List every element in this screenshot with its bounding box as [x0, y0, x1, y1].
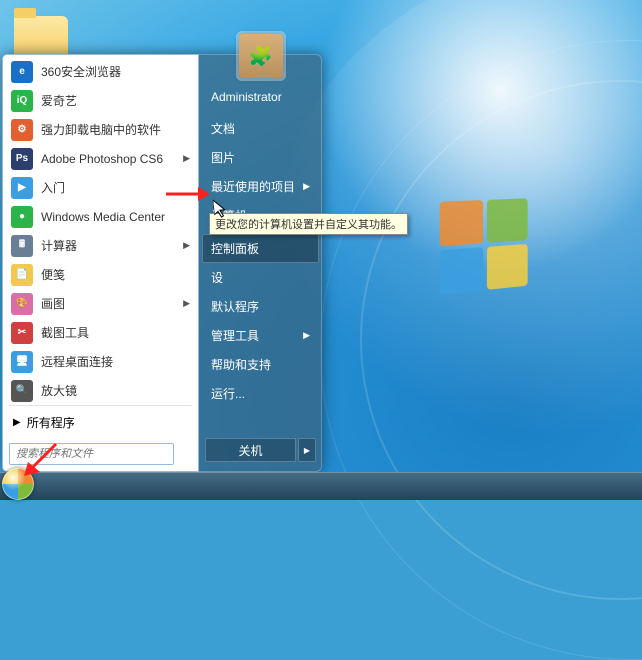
- avatar-icon: 🧩: [248, 44, 273, 69]
- right-menu-label: Administrator: [211, 90, 282, 104]
- taskbar: [0, 472, 642, 500]
- program-icon: iQ: [11, 90, 33, 112]
- avatar-container: 🧩: [199, 34, 322, 78]
- annotation-arrow-icon: [164, 182, 210, 211]
- right-menu-item[interactable]: 图片: [199, 143, 322, 172]
- right-menu-item[interactable]: 默认程序: [199, 292, 322, 321]
- right-menu-item[interactable]: 设: [199, 263, 322, 292]
- program-label: 强力卸载电脑中的软件: [41, 121, 161, 138]
- chevron-right-icon: ▶: [183, 240, 190, 251]
- program-item[interactable]: e 360安全浏览器: [5, 57, 196, 86]
- right-menu-item[interactable]: 运行...: [199, 379, 322, 408]
- program-icon: 🖩: [11, 235, 33, 257]
- shutdown-label: 关机: [238, 442, 262, 459]
- program-label: 入门: [41, 179, 65, 196]
- program-item[interactable]: ✂ 截图工具: [5, 318, 196, 347]
- tooltip: 更改您的计算机设置并自定义其功能。: [209, 213, 408, 235]
- right-menu-item[interactable]: 管理工具 ▶: [199, 321, 322, 350]
- program-label: 截图工具: [41, 324, 89, 341]
- shutdown-options-button[interactable]: ▶: [298, 438, 316, 462]
- program-label: 放大镜: [41, 382, 77, 399]
- right-menu-label: 默认程序: [211, 298, 259, 315]
- program-item[interactable]: 🖥 远程桌面连接: [5, 347, 196, 376]
- right-menu-item[interactable]: 最近使用的项目 ▶: [199, 172, 322, 201]
- right-menu-label: 帮助和支持: [211, 356, 271, 373]
- right-menu-item[interactable]: 控制面板: [202, 234, 319, 263]
- program-icon: 🎨: [11, 293, 33, 315]
- program-icon: ✂: [11, 322, 33, 344]
- program-label: 远程桌面连接: [41, 353, 113, 370]
- program-label: Windows Media Center: [41, 210, 165, 224]
- chevron-right-icon: ▶: [304, 446, 310, 455]
- right-menu-label: 文档: [211, 120, 235, 137]
- windows-logo-graphic: [440, 198, 528, 294]
- program-item[interactable]: 🖩 计算器 ▶: [5, 231, 196, 260]
- annotation-arrow-icon: [20, 440, 60, 485]
- right-menu-item[interactable]: 文档: [199, 114, 322, 143]
- program-label: 计算器: [41, 237, 77, 254]
- right-menu-item[interactable]: Administrator: [199, 84, 322, 110]
- chevron-right-icon: ▶: [303, 330, 310, 341]
- program-label: 便笺: [41, 266, 65, 283]
- program-item[interactable]: 🎨 画图 ▶: [5, 289, 196, 318]
- program-icon: 🔍: [11, 380, 33, 402]
- start-menu-right-column: 🧩 Administrator文档图片最近使用的项目▶计算机控制面板设默认程序管…: [199, 54, 322, 472]
- program-icon: ●: [11, 206, 33, 228]
- right-menu-item[interactable]: 帮助和支持: [199, 350, 322, 379]
- shutdown-row: 关机 ▶: [199, 432, 322, 468]
- start-menu-left-column: e 360安全浏览器 iQ 爱奇艺 ⚙ 强力卸载电脑中的软件 Ps Adobe Photosh…: [2, 54, 199, 472]
- program-label: 360安全浏览器: [41, 63, 121, 80]
- right-menu-label: 管理工具: [211, 327, 259, 344]
- program-item[interactable]: iQ 爱奇艺: [5, 86, 196, 115]
- mouse-cursor-icon: [213, 198, 232, 225]
- program-item[interactable]: Ps Adobe Photoshop CS6 ▶: [5, 144, 196, 173]
- program-item[interactable]: ⚙ 强力卸载电脑中的软件: [5, 115, 196, 144]
- chevron-right-icon: ▶: [183, 298, 190, 309]
- programs-list: e 360安全浏览器 iQ 爱奇艺 ⚙ 强力卸载电脑中的软件 Ps Adobe Photosh…: [3, 55, 198, 403]
- program-icon: 🖥: [11, 351, 33, 373]
- right-menu-label: 图片: [211, 149, 235, 166]
- right-menu-label: 运行...: [211, 385, 245, 402]
- program-icon: e: [11, 61, 33, 83]
- chevron-right-icon: ▶: [13, 417, 21, 428]
- right-menu-label: 控制面板: [211, 240, 259, 257]
- program-label: Adobe Photoshop CS6: [41, 152, 163, 166]
- right-menu-label: 设: [211, 269, 223, 286]
- program-icon: 📄: [11, 264, 33, 286]
- program-label: 画图: [41, 295, 65, 312]
- start-menu: e 360安全浏览器 iQ 爱奇艺 ⚙ 强力卸载电脑中的软件 Ps Adobe Photosh…: [2, 54, 322, 472]
- shutdown-button[interactable]: 关机: [205, 438, 296, 462]
- all-programs-label: 所有程序: [27, 414, 75, 431]
- clear-search-icon[interactable]: [180, 442, 192, 454]
- chevron-right-icon: ▶: [183, 153, 190, 164]
- chevron-right-icon: ▶: [303, 181, 310, 192]
- program-icon: ▶: [11, 177, 33, 199]
- all-programs-button[interactable]: ▶ 所有程序: [3, 408, 198, 437]
- user-avatar[interactable]: 🧩: [239, 34, 283, 78]
- program-icon: Ps: [11, 148, 33, 170]
- right-menu-label: 最近使用的项目: [211, 178, 295, 195]
- program-item[interactable]: 🔍 放大镜: [5, 376, 196, 403]
- program-label: 爱奇艺: [41, 92, 77, 109]
- program-icon: ⚙: [11, 119, 33, 141]
- program-item[interactable]: 📄 便笺: [5, 260, 196, 289]
- divider: [9, 405, 192, 406]
